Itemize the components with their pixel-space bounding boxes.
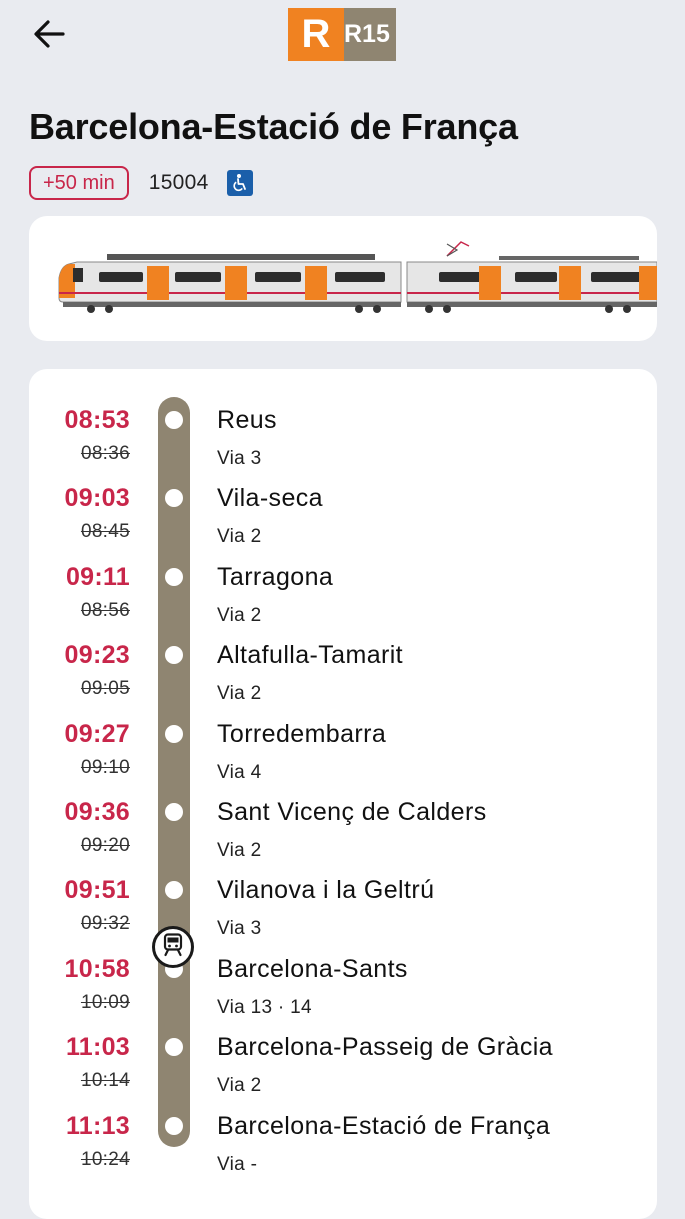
actual-time: 11:13 <box>65 1112 130 1140</box>
actual-time: 08:53 <box>64 406 130 434</box>
stop-dot <box>165 803 183 821</box>
line-logo: R R15 <box>288 8 396 61</box>
stop-item[interactable]: 09:51 09:32 Vilanova i la Geltrú Via 3 <box>0 870 685 948</box>
train-number: 15004 <box>148 171 209 194</box>
station-name: Barcelona-Estació de França <box>217 1112 551 1140</box>
station-name: Sant Vicenç de Calders <box>217 798 487 826</box>
stop-item[interactable]: 08:53 08:36 Reus Via 3 <box>0 400 685 478</box>
back-button[interactable] <box>26 14 72 58</box>
actual-time: 11:03 <box>65 1033 130 1061</box>
station-name: Tarragona <box>217 563 334 591</box>
stop-item[interactable]: 10:58 10:09 Barcelona-Sants Via 13 · 14 <box>0 949 685 1027</box>
actual-time: 09:27 <box>64 720 130 748</box>
scheduled-time: 08:56 <box>80 600 130 621</box>
scheduled-time: 10:14 <box>80 1070 130 1091</box>
scheduled-time: 08:36 <box>80 443 130 464</box>
stop-dot <box>165 646 183 664</box>
platform: Via 2 <box>217 526 262 547</box>
train-image-card <box>29 216 657 341</box>
actual-time: 09:51 <box>64 876 130 904</box>
station-name: Barcelona-Sants <box>217 955 408 983</box>
wheelchair-icon <box>226 170 253 196</box>
actual-time: 10:58 <box>64 955 130 983</box>
station-name: Vila-seca <box>217 484 323 512</box>
stop-dot <box>165 725 183 743</box>
actual-time: 09:11 <box>65 563 130 591</box>
scheduled-time: 08:45 <box>80 521 130 542</box>
scheduled-time: 09:10 <box>80 757 130 778</box>
stop-dot <box>165 489 183 507</box>
stop-item[interactable]: 09:36 09:20 Sant Vicenç de Calders Via 2 <box>0 792 685 870</box>
scheduled-time: 09:05 <box>80 678 130 699</box>
stop-item[interactable]: 11:03 10:14 Barcelona-Passeig de Gràcia … <box>0 1027 685 1105</box>
station-name: Vilanova i la Geltrú <box>217 876 435 904</box>
actual-time: 09:36 <box>64 798 130 826</box>
stop-dot <box>165 881 183 899</box>
platform: Via 2 <box>217 683 262 704</box>
actual-time: 09:23 <box>64 641 130 669</box>
scheduled-time: 10:24 <box>80 1149 130 1170</box>
station-name: Reus <box>217 406 277 434</box>
scheduled-time: 10:09 <box>80 992 130 1013</box>
stop-item[interactable]: 09:23 09:05 Altafulla-Tamarit Via 2 <box>0 635 685 713</box>
train-icon <box>162 932 184 962</box>
scheduled-time: 09:20 <box>80 835 130 856</box>
platform: Via 3 <box>217 448 262 469</box>
stop-dot <box>165 411 183 429</box>
logo-letter: R <box>288 8 344 61</box>
stop-dot <box>165 568 183 586</box>
platform: Via 2 <box>217 1075 262 1096</box>
platform: Via - <box>217 1154 258 1175</box>
arrow-left-icon <box>33 19 65 54</box>
station-name: Altafulla-Tamarit <box>217 641 404 669</box>
train-position-marker <box>152 926 194 968</box>
stop-item[interactable]: 09:11 08:56 Tarragona Via 2 <box>0 557 685 635</box>
platform: Via 13 · 14 <box>217 997 312 1018</box>
platform: Via 4 <box>217 762 262 783</box>
logo-line-code: R15 <box>344 8 396 61</box>
stop-item[interactable]: 09:03 08:45 Vila-seca Via 2 <box>0 478 685 556</box>
station-name: Barcelona-Passeig de Gràcia <box>217 1033 553 1061</box>
page-title: Barcelona-Estació de França <box>29 106 518 147</box>
stop-dot <box>165 1117 183 1135</box>
station-name: Torredembarra <box>217 720 387 748</box>
top-bar: R R15 <box>0 0 685 70</box>
stop-dot <box>165 1038 183 1056</box>
scheduled-time: 09:32 <box>80 913 130 934</box>
platform: Via 2 <box>217 605 262 626</box>
platform: Via 2 <box>217 840 262 861</box>
platform: Via 3 <box>217 918 262 939</box>
train-illustration <box>58 241 657 313</box>
actual-time: 09:03 <box>64 484 130 512</box>
delay-badge: +50 min <box>29 166 129 200</box>
stop-item[interactable]: 09:27 09:10 Torredembarra Via 4 <box>0 714 685 792</box>
stop-item[interactable]: 11:13 10:24 Barcelona-Estació de França … <box>0 1106 685 1184</box>
train-meta: +50 min 15004 <box>29 164 253 202</box>
